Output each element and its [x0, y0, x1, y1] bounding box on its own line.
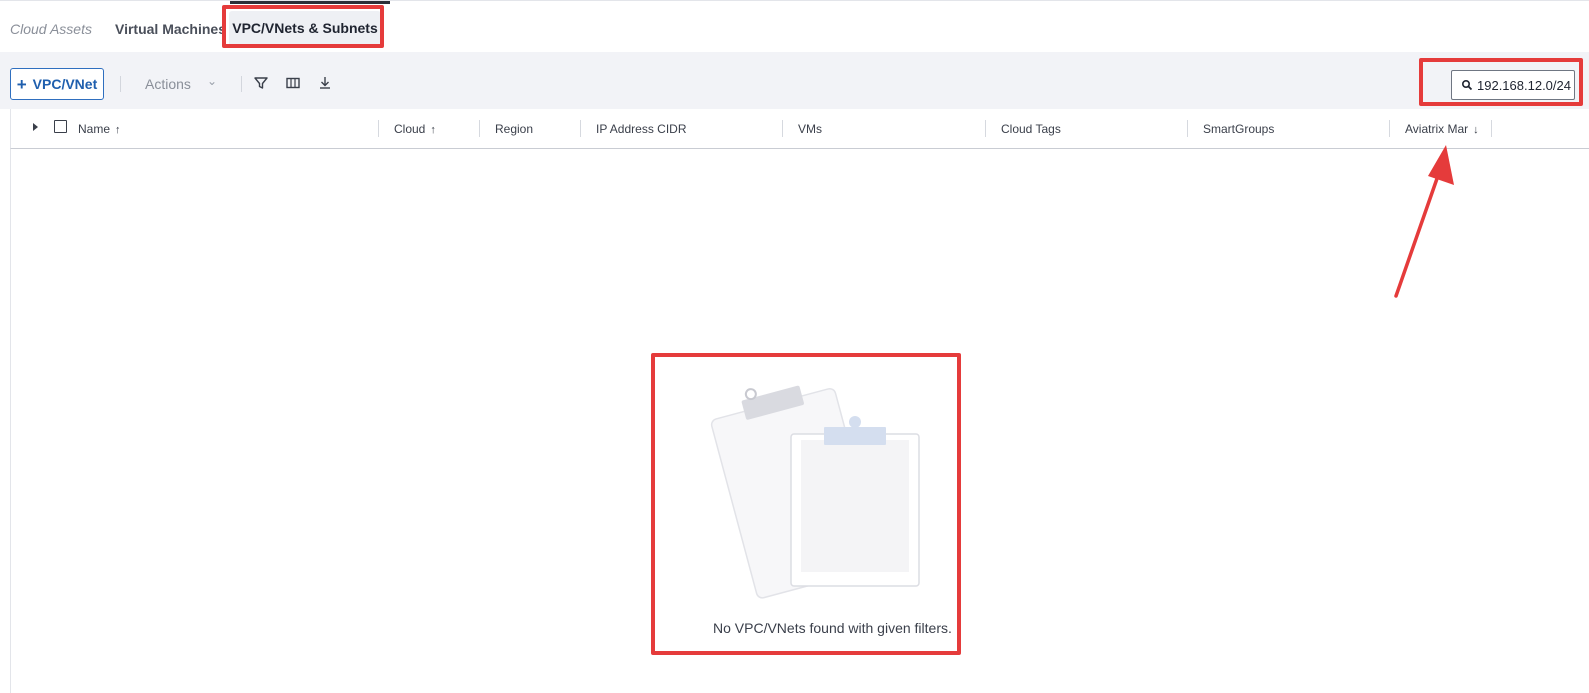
column-header-name[interactable]: Name ↑: [78, 122, 121, 136]
search-icon: [1461, 79, 1473, 91]
column-resize-handle[interactable]: [985, 120, 986, 137]
table-header: Name ↑ Cloud ↑ Region IP Address CIDR VMs …: [10, 109, 1589, 149]
download-icon[interactable]: [316, 74, 334, 92]
empty-state: No VPC/VNets found with given filters.: [658, 360, 954, 650]
columns-icon[interactable]: [284, 74, 302, 92]
toolbar-divider: [120, 76, 121, 92]
column-resize-handle[interactable]: [479, 120, 480, 137]
sort-desc-icon: ↓: [1473, 124, 1479, 136]
column-label: Cloud: [394, 122, 426, 136]
column-resize-handle[interactable]: [378, 120, 379, 137]
add-vpc-vnet-button[interactable]: + VPC/VNet: [10, 68, 104, 100]
clipboards-illustration: [710, 385, 920, 599]
column-header-aviatrix-managed[interactable]: Aviatrix Mar ↓: [1405, 122, 1479, 136]
toolbar-divider: [241, 76, 242, 92]
column-resize-handle[interactable]: [782, 120, 783, 137]
column-resize-handle[interactable]: [580, 120, 581, 137]
column-header-cloud-tags[interactable]: Cloud Tags: [1001, 122, 1061, 136]
empty-state-message: No VPC/VNets found with given filters.: [713, 620, 952, 636]
breadcrumb-cloud-assets[interactable]: Cloud Assets: [10, 20, 92, 38]
table-toolbar: + VPC/VNet Actions ⌄: [0, 52, 1589, 109]
column-resize-handle[interactable]: [1389, 120, 1390, 137]
column-header-smartgroups[interactable]: SmartGroups: [1203, 122, 1274, 136]
tab-virtual-machines[interactable]: Virtual Machines: [115, 20, 226, 38]
expand-all-icon[interactable]: [33, 123, 38, 131]
search-field[interactable]: [1451, 70, 1575, 100]
column-resize-handle[interactable]: [1491, 120, 1492, 137]
annotation-arrow-icon: [1394, 145, 1454, 298]
column-header-cloud[interactable]: Cloud ↑: [394, 122, 436, 136]
column-header-vms[interactable]: VMs: [798, 122, 822, 136]
tab-vpc-vnets-subnets-label: VPC/VNets & Subnets: [232, 20, 378, 36]
search-input[interactable]: [1477, 77, 1573, 93]
sort-asc-icon: ↑: [430, 124, 436, 136]
column-label: Aviatrix Mar: [1405, 122, 1469, 136]
chevron-down-icon[interactable]: ⌄: [207, 74, 217, 88]
tab-vpc-vnets-subnets[interactable]: VPC/VNets & Subnets: [229, 11, 381, 47]
column-resize-handle[interactable]: [1187, 120, 1188, 137]
column-header-region[interactable]: Region: [495, 122, 533, 136]
column-header-ip-cidr[interactable]: IP Address CIDR: [596, 122, 686, 136]
active-tab-indicator: [230, 1, 390, 4]
actions-dropdown[interactable]: Actions: [145, 76, 191, 92]
tabs-bar: Cloud Assets Virtual Machines VPC/VNets …: [0, 0, 1589, 52]
select-all-checkbox[interactable]: [54, 120, 67, 133]
column-label: Name: [78, 122, 111, 136]
sort-asc-icon: ↑: [115, 124, 121, 136]
add-vpc-vnet-label: VPC/VNet: [32, 76, 98, 92]
filter-icon[interactable]: [252, 74, 270, 92]
plus-icon: +: [16, 74, 27, 94]
